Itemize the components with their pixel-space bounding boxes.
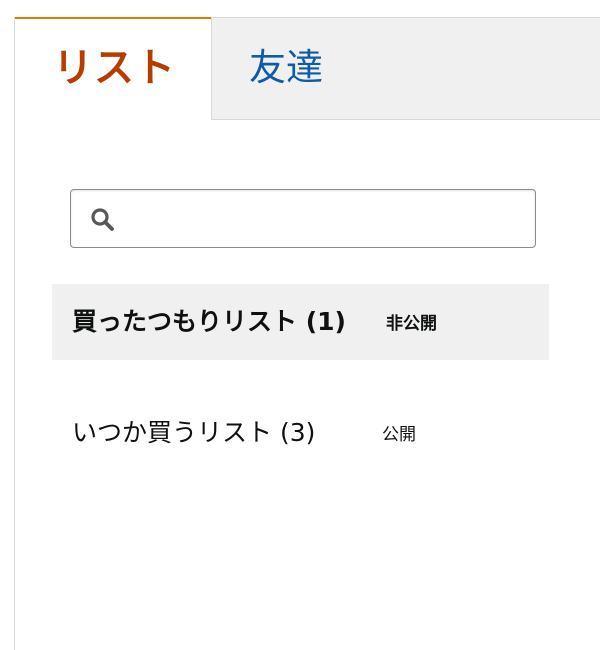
tab-bar: リスト 友達 (15, 17, 600, 120)
list-item-privacy: 公開 (382, 425, 416, 445)
list-item-name: 買ったつもりリスト (1) (72, 307, 346, 336)
search-icon (91, 208, 114, 231)
list-item-selected[interactable]: 買ったつもりリスト (1) 非公開 (52, 284, 549, 360)
wishlist-panel: リスト 友達 買ったつもりリスト (1) 非公開 いつか買うリスト (3) 公開 (14, 17, 600, 650)
tab-friends-label: 友達 (249, 46, 323, 89)
search-box[interactable] (70, 189, 536, 248)
list-item-privacy: 非公開 (386, 314, 437, 334)
search-input[interactable] (125, 198, 529, 242)
tab-friends[interactable]: 友達 (211, 17, 600, 120)
tab-lists[interactable]: リスト (15, 17, 211, 120)
tab-lists-label: リスト (53, 45, 176, 91)
list-item[interactable]: いつか買うリスト (3) 公開 (52, 395, 549, 471)
list-item-name: いつか買うリスト (3) (72, 418, 316, 447)
